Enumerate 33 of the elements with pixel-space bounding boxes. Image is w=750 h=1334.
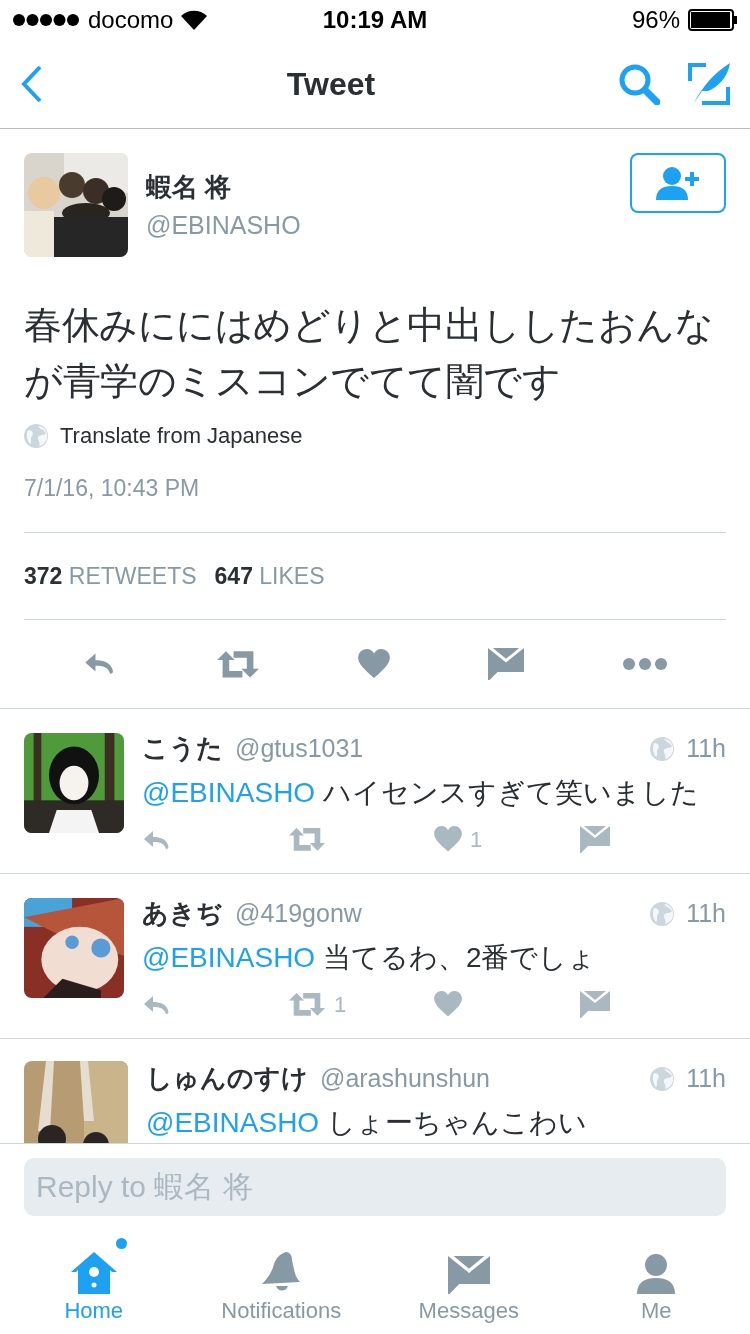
reply-handle: @419gonw: [235, 899, 362, 928]
tab-bar-item[interactable]: Me: [562, 1232, 750, 1328]
tab-bar-item[interactable]: Notifications: [187, 1232, 375, 1328]
reply-field[interactable]: Reply to 蝦名 将: [24, 1158, 726, 1216]
reply-author: しゅんのすけ: [146, 1062, 308, 1095]
reply-text: @EBINASHO しょーちゃんこわい: [146, 1106, 588, 1140]
carrier-name: docomo: [88, 6, 174, 34]
tab-bar-item[interactable]: Home: [0, 1232, 188, 1328]
reply-handle: @arashunshun: [320, 1064, 490, 1093]
stat-count[interactable]: 372 RETWEETS: [24, 562, 197, 590]
user-handle: @EBINASHO: [146, 211, 302, 240]
reply-text: @EBINASHO 当てるわ、2番でしょ: [142, 941, 598, 975]
mention-link[interactable]: @EBINASHO: [142, 942, 316, 973]
tweet-date: 7/1/16, 10:43 PM: [24, 475, 201, 502]
reply-author: こうた: [142, 732, 223, 765]
user-name: 蝦名 将: [146, 171, 233, 204]
reply-author: あきぢ: [142, 897, 223, 930]
mention-link[interactable]: @EBINASHO: [142, 777, 316, 808]
like-count: 1: [470, 826, 483, 853]
reply-time: 11h: [686, 899, 726, 928]
reply-handle: @gtus1031: [235, 734, 364, 763]
stat-count[interactable]: 647 LIKES: [214, 562, 325, 590]
tweet-text: 春休みににはめどりと中出ししたおんなが青学のミスコンでてて闇です: [24, 303, 714, 404]
status-time: 10:19 AM: [322, 6, 428, 34]
tab-bar-item[interactable]: Messages: [375, 1232, 563, 1328]
reply-text: @EBINASHO ハイセンスすぎて笑いました: [142, 776, 700, 810]
battery-percent: 96%: [631, 6, 680, 34]
reply-time: 11h: [686, 1064, 726, 1093]
translate-link[interactable]: Translate from Japanese: [60, 423, 303, 449]
retweet-count: 1: [334, 991, 347, 1018]
mention-link[interactable]: @EBINASHO: [146, 1107, 320, 1138]
screen-title: Tweet: [285, 65, 377, 103]
reply-time: 11h: [686, 734, 726, 763]
